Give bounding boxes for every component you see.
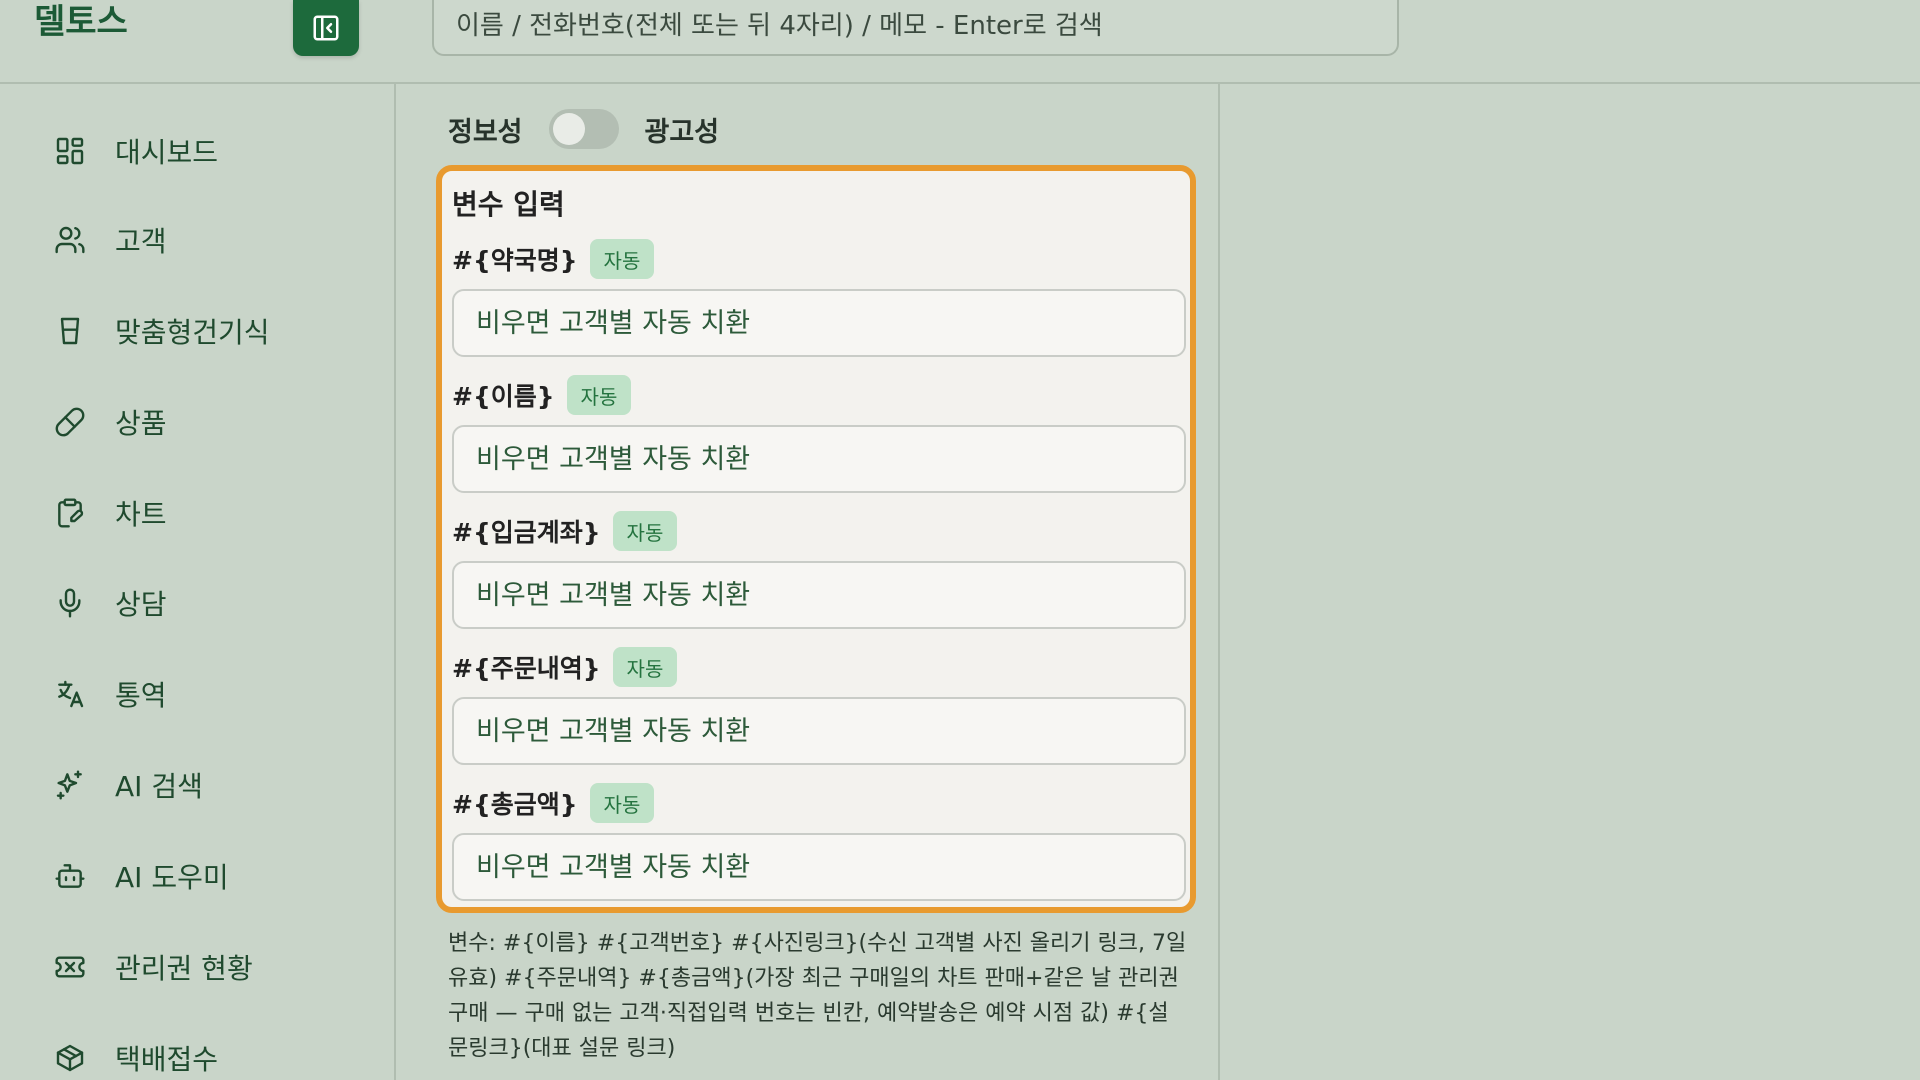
message-type-switch[interactable] xyxy=(548,109,619,149)
variable-field-wrapper xyxy=(452,697,1186,765)
sidebar-collapse-button[interactable] xyxy=(293,0,359,56)
message-type-toggle-row: 정보성 광고성 xyxy=(448,106,719,152)
pill-icon xyxy=(52,404,88,440)
variable-input-pharmacy-name[interactable] xyxy=(476,307,1162,339)
variable-input-order-details[interactable] xyxy=(476,715,1162,747)
users-icon xyxy=(52,222,88,258)
variable-field-wrapper xyxy=(452,833,1186,901)
sidebar-item-label: 택배접수 xyxy=(115,1043,219,1076)
sidebar-item-label: 맞춤형건기식 xyxy=(115,316,270,349)
variable-group-order-details: #{주문내역} 자동 xyxy=(452,647,1186,765)
clipboard-edit-icon xyxy=(52,495,88,531)
sidebar-item-label: 고객 xyxy=(115,225,167,258)
info-type-label: 정보성 xyxy=(448,116,523,148)
sidebar-item-products[interactable]: 상품 xyxy=(52,397,372,447)
variable-input-name[interactable] xyxy=(476,443,1162,475)
sidebar-item-customers[interactable]: 고객 xyxy=(52,215,372,265)
variable-group-name: #{이름} 자동 xyxy=(452,375,1186,493)
sidebar-item-label: 관리권 현황 xyxy=(115,952,253,985)
variable-name: #{총금액} xyxy=(452,790,578,819)
bot-icon xyxy=(52,858,88,894)
variable-input-total-amount[interactable] xyxy=(476,851,1162,883)
variable-name: #{주문내역} xyxy=(452,654,601,683)
sidebar-item-parcel-reception[interactable]: 택배접수 xyxy=(52,1033,372,1080)
sidebar-item-label: 상품 xyxy=(115,407,167,440)
sidebar-item-label: 대시보드 xyxy=(115,136,219,169)
variable-name: #{약국명} xyxy=(452,246,578,275)
sidebar-item-label: 차트 xyxy=(115,498,167,531)
app-window: 델토스 대시보드 xyxy=(0,0,1920,1080)
translate-icon xyxy=(52,676,88,712)
package-icon xyxy=(52,1040,88,1076)
sparkles-icon xyxy=(52,767,88,803)
variable-group-pharmacy-name: #{약국명} 자동 xyxy=(452,239,1186,357)
ticket-icon xyxy=(52,949,88,985)
variable-input-deposit-account[interactable] xyxy=(476,579,1162,611)
microphone-icon xyxy=(52,585,88,621)
variable-group-deposit-account: #{입금계좌} 자동 xyxy=(452,511,1186,629)
auto-badge: 자동 xyxy=(612,647,678,687)
sidebar-item-translation[interactable]: 통역 xyxy=(52,669,372,719)
sidebar-item-label: 상담 xyxy=(115,588,167,621)
switch-knob xyxy=(552,113,585,145)
sidebar-item-ai-assistant[interactable]: AI 도우미 xyxy=(52,851,372,901)
variable-name: #{이름} xyxy=(452,382,555,411)
sidebar-item-label: AI 검색 xyxy=(115,770,203,803)
auto-badge: 자동 xyxy=(566,375,632,415)
cup-icon xyxy=(52,313,88,349)
sidebar: 대시보드 고객 맞춤형건기식 상품 차트 상담 통역 AI 검색 AI 도우미 … xyxy=(0,84,396,1080)
variable-field-wrapper xyxy=(452,289,1186,357)
sidebar-item-dashboard[interactable]: 대시보드 xyxy=(52,126,372,176)
auto-badge: 자동 xyxy=(589,239,655,279)
sidebar-item-label: AI 도우미 xyxy=(115,861,229,894)
sidebar-item-custom-supplement[interactable]: 맞춤형건기식 xyxy=(52,306,372,356)
sidebar-item-membership-status[interactable]: 관리권 현황 xyxy=(52,942,372,992)
sidebar-item-ai-search[interactable]: AI 검색 xyxy=(52,760,372,810)
top-bar: 델토스 xyxy=(0,0,1920,84)
search-input[interactable] xyxy=(456,11,1375,41)
dashboard-icon xyxy=(52,133,88,169)
variable-field-wrapper xyxy=(452,425,1186,493)
variable-input-card: 변수 입력 #{약국명} 자동 #{이름} 자동 xyxy=(436,165,1196,913)
ad-type-label: 광고성 xyxy=(644,116,720,148)
variable-name: #{입금계좌} xyxy=(452,518,601,547)
sidebar-item-label: 통역 xyxy=(115,679,167,712)
sidebar-item-consultation[interactable]: 상담 xyxy=(52,578,372,628)
variable-input-title: 변수 입력 xyxy=(452,188,565,221)
search-box xyxy=(432,0,1399,56)
brand-logo: 델토스 xyxy=(34,2,128,42)
message-panel: 정보성 광고성 변수 입력 #{약국명} 자동 #{이름} 자동 xyxy=(398,84,1220,1080)
variable-field-wrapper xyxy=(452,561,1186,629)
auto-badge: 자동 xyxy=(589,783,655,823)
variable-group-total-amount: #{총금액} 자동 xyxy=(452,783,1186,901)
variable-help-text: 변수: #{이름} #{고객번호} #{사진링크}(수신 고객별 사진 올리기 … xyxy=(448,931,1187,1061)
sidebar-item-chart[interactable]: 차트 xyxy=(52,488,372,538)
sidebar-toggle-icon xyxy=(313,15,339,41)
auto-badge: 자동 xyxy=(612,511,678,551)
